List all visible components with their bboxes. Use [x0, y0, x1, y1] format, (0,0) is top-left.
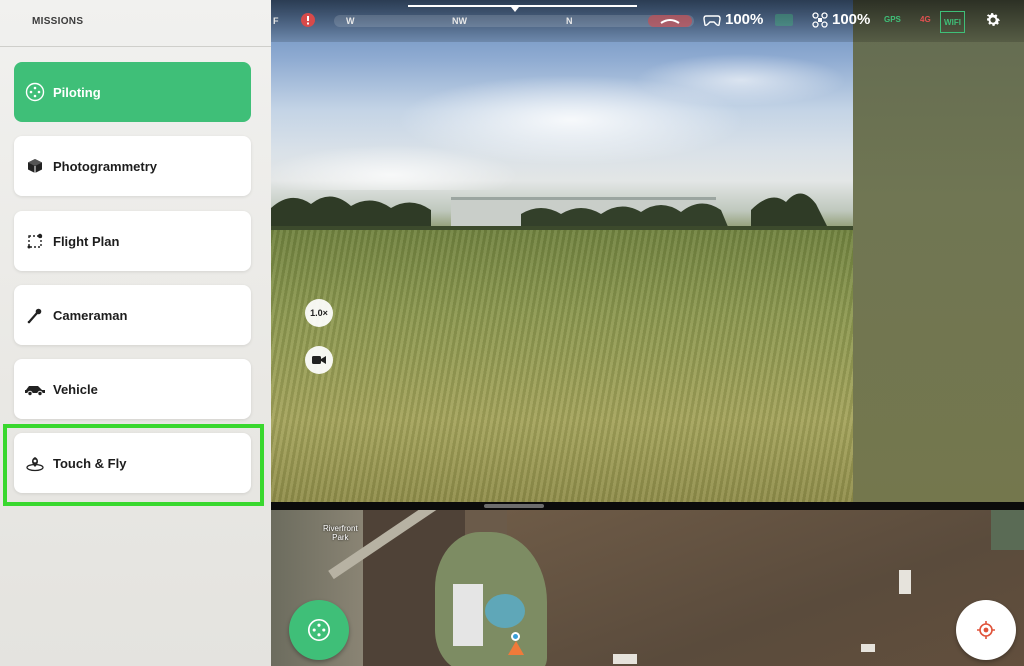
- tree-line: [271, 193, 853, 234]
- network-status: 4G: [920, 15, 931, 24]
- map-view[interactable]: Riverfront Park: [271, 510, 1024, 666]
- piloting-icon: [307, 618, 331, 642]
- compass-label: F: [273, 16, 279, 26]
- compass-bar: [334, 15, 694, 27]
- mission-item-cameraman[interactable]: Cameraman: [14, 285, 251, 345]
- wifi-status: WIFI: [940, 11, 965, 33]
- video-dark-edge: [853, 0, 1024, 502]
- map-place-label: Riverfront Park: [323, 524, 358, 542]
- drone-battery-value: 100%: [832, 11, 871, 28]
- piloting-icon: [24, 81, 46, 103]
- flight-plan-icon: [24, 230, 46, 252]
- missions-sidebar: MISSIONS Piloting Photogrammetry Flight …: [0, 0, 271, 666]
- drone-position-dot: [511, 632, 520, 641]
- drone-heading-icon: [660, 19, 680, 24]
- map-boat: [899, 570, 911, 594]
- controller-icon: [703, 15, 721, 27]
- record-video-button[interactable]: [305, 346, 333, 374]
- mission-label: Flight Plan: [53, 233, 120, 249]
- sky-clouds: [271, 40, 853, 190]
- compass-label: N: [566, 16, 573, 26]
- map-building: [453, 584, 483, 646]
- map-pond: [485, 594, 525, 628]
- controller-battery-value: 100%: [725, 11, 764, 28]
- mission-label: Piloting: [53, 84, 101, 100]
- map-bay: [507, 510, 1024, 666]
- video-camera-icon: [312, 356, 326, 364]
- compass-label: NW: [452, 16, 467, 26]
- compass-indicator-line: [408, 5, 637, 7]
- zoom-button[interactable]: 1.0×: [305, 299, 333, 327]
- touch-fly-highlight-box: [3, 424, 264, 506]
- split-divider: [271, 502, 1024, 510]
- gps-status: GPS: [884, 15, 901, 24]
- center-location-button[interactable]: [956, 600, 1016, 660]
- mission-label: Photogrammetry: [53, 158, 158, 174]
- compass-caret-icon: [511, 7, 519, 12]
- drone-icon: [812, 12, 828, 28]
- mission-label: Vehicle: [53, 381, 98, 397]
- mission-item-piloting[interactable]: Piloting: [14, 62, 251, 122]
- missions-header: MISSIONS: [0, 0, 271, 47]
- cameraman-icon: [24, 304, 46, 326]
- cube-icon: [24, 155, 46, 177]
- mission-item-flight-plan[interactable]: Flight Plan: [14, 211, 251, 271]
- crosshair-icon: [977, 621, 995, 639]
- mission-label: Cameraman: [53, 307, 128, 323]
- vehicle-icon: [24, 378, 46, 400]
- compass-label: W: [346, 16, 355, 26]
- grass-field: [271, 230, 853, 502]
- gear-icon[interactable]: [984, 11, 1002, 29]
- map-shore: [991, 510, 1024, 550]
- live-video-feed[interactable]: [271, 0, 1024, 502]
- map-pier: [613, 654, 637, 664]
- map-boat: [861, 644, 875, 652]
- user-location-arrow-icon: [508, 641, 524, 655]
- mission-item-vehicle[interactable]: Vehicle: [14, 359, 251, 419]
- signal-quality-icon: [775, 14, 793, 26]
- mission-item-photogrammetry[interactable]: Photogrammetry: [14, 136, 251, 196]
- alert-icon[interactable]: [300, 12, 316, 28]
- split-drag-handle[interactable]: [484, 504, 544, 508]
- piloting-mode-button[interactable]: [289, 600, 349, 660]
